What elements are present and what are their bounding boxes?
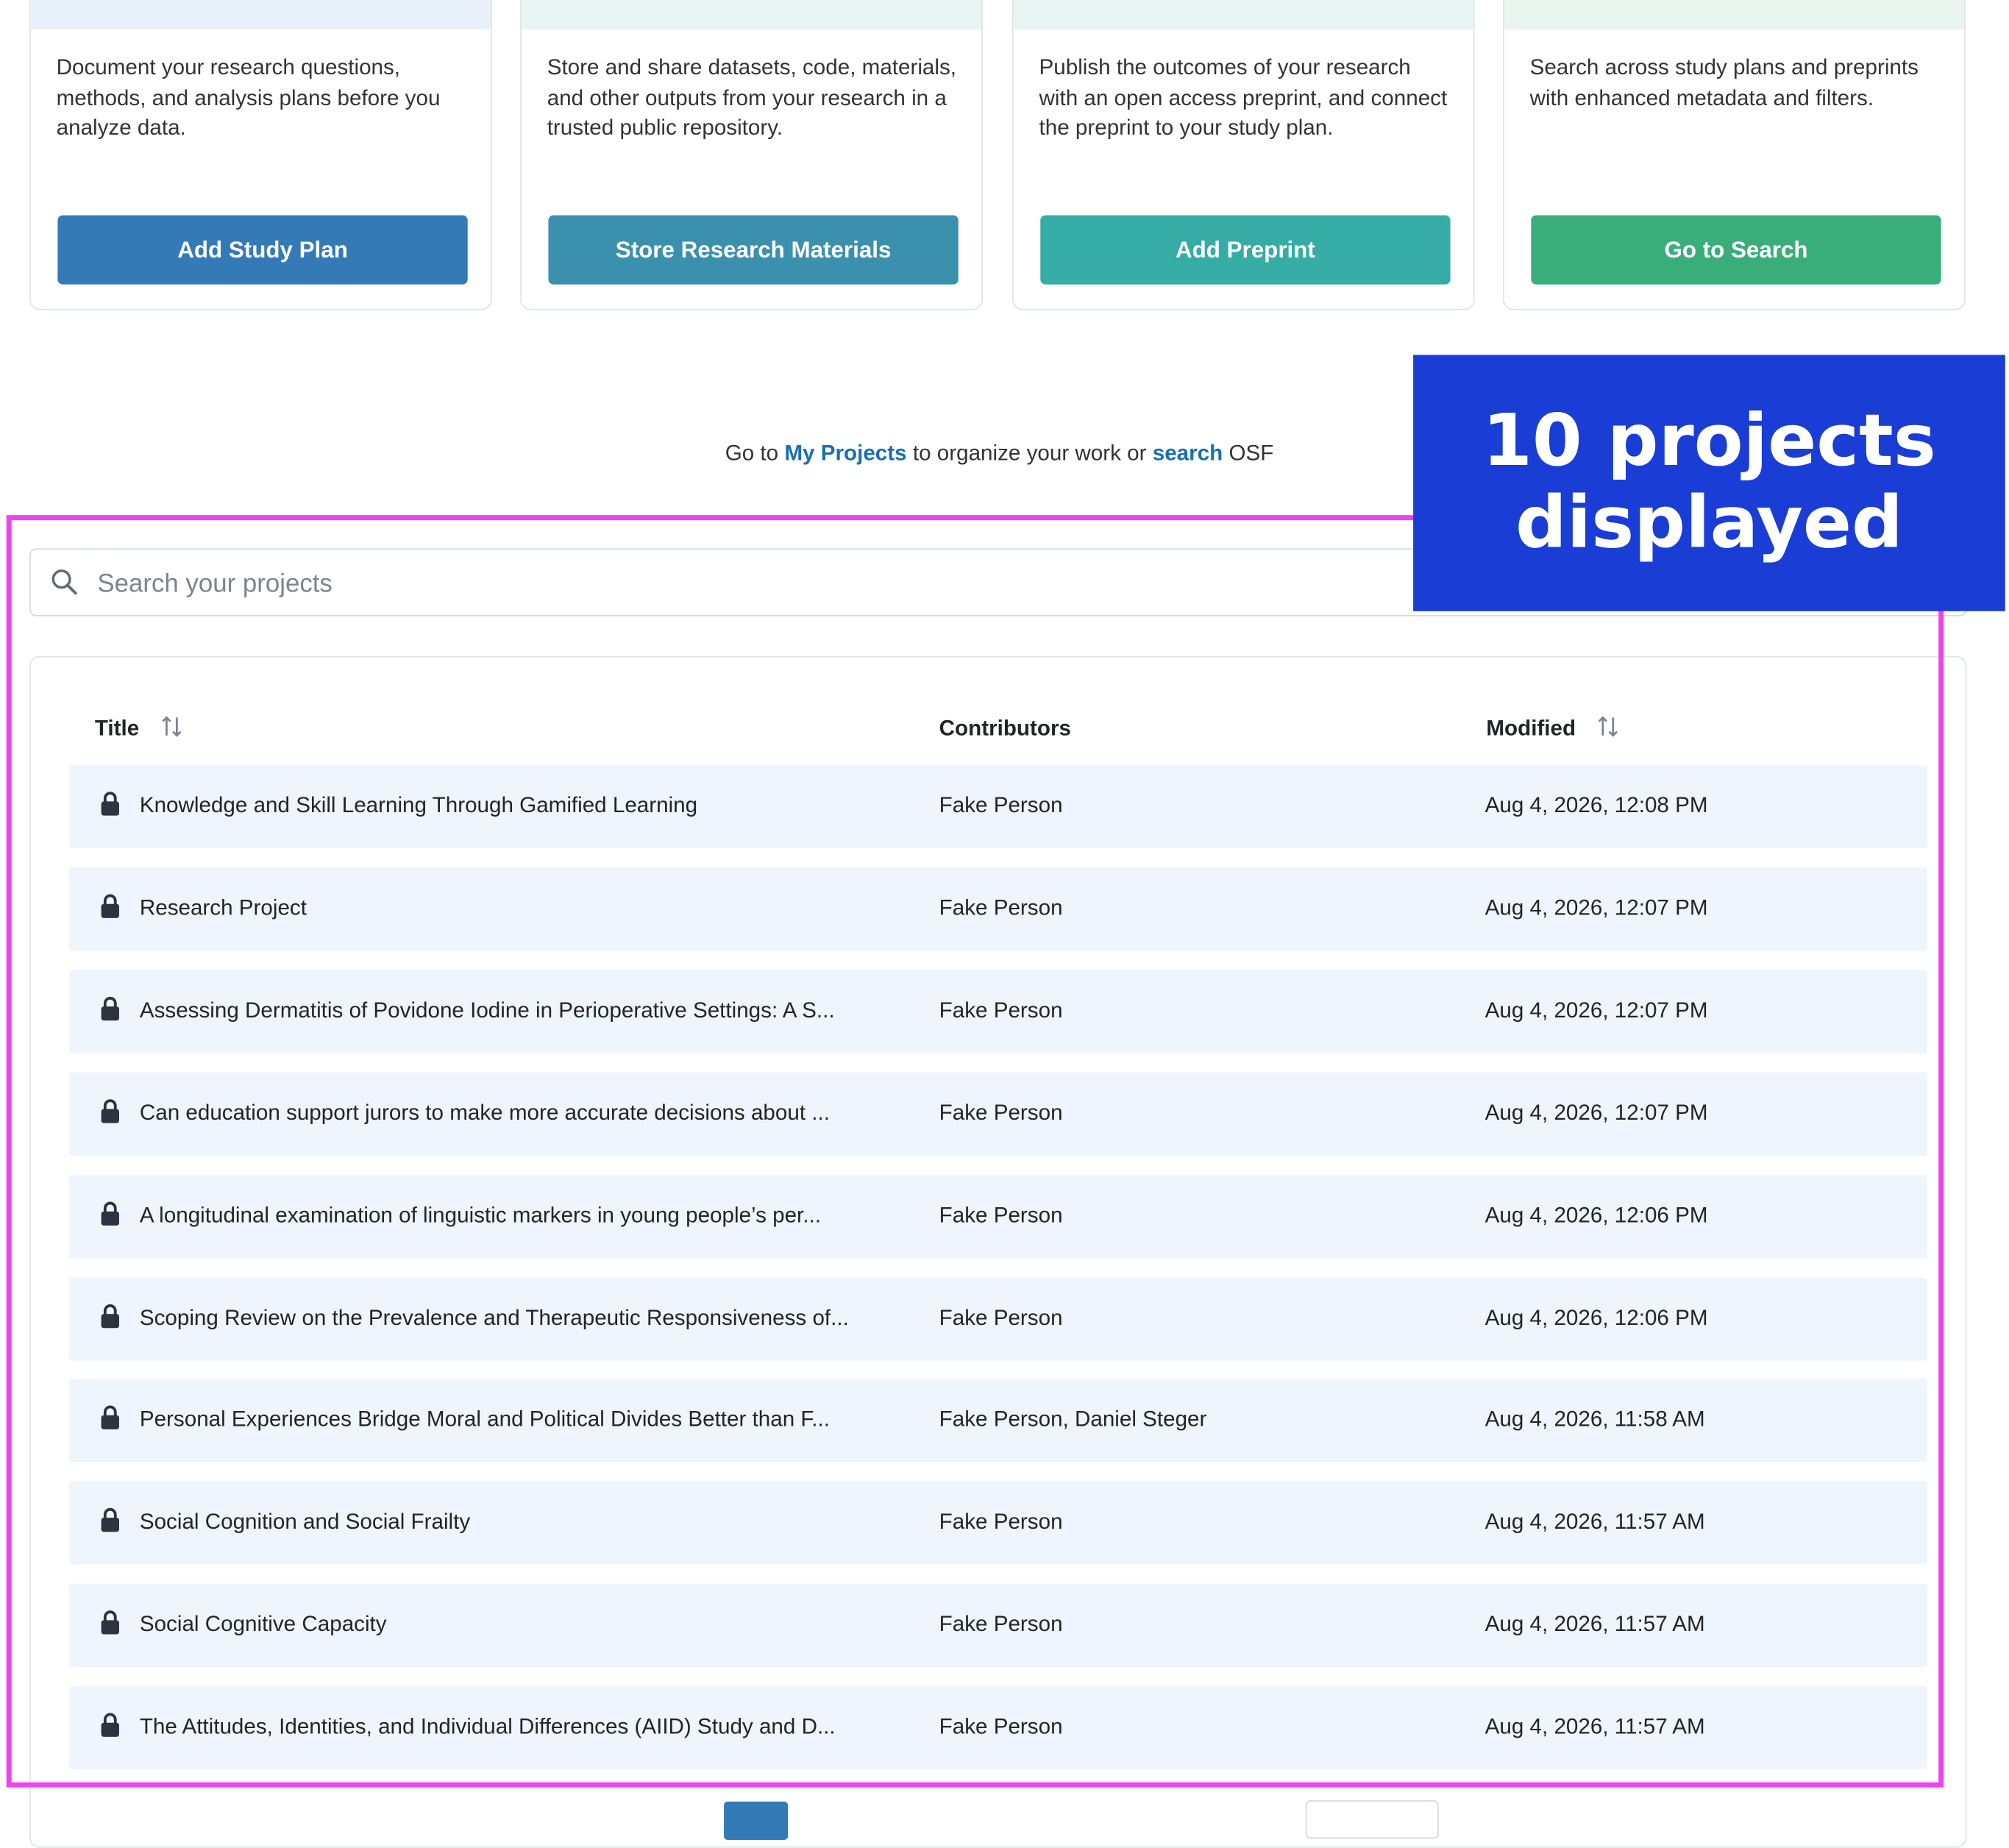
project-modified-date: Aug 4, 2026, 11:57 AM	[1484, 1714, 1705, 1739]
project-contributors: Fake Person	[939, 1612, 1063, 1637]
table-row[interactable]: The Attitudes, Identities, and Individua…	[69, 1686, 1927, 1770]
search-icon	[50, 568, 78, 603]
project-title-link[interactable]: The Attitudes, Identities, and Individua…	[140, 1715, 896, 1741]
goto-prefix: Go to	[725, 441, 779, 466]
project-contributors: Fake Person	[939, 1202, 1063, 1227]
lock-icon	[100, 893, 121, 925]
table-row[interactable]: Knowledge and Skill Learning Through Gam…	[69, 764, 1927, 849]
sort-icon[interactable]	[158, 713, 184, 745]
project-modified-date: Aug 4, 2026, 12:07 PM	[1484, 998, 1708, 1023]
annotation-line-2: displayed	[1515, 481, 1903, 566]
project-contributors: Fake Person	[939, 1510, 1063, 1535]
project-contributors: Fake Person, Daniel Steger	[939, 1407, 1207, 1432]
project-modified-date: Aug 4, 2026, 12:07 PM	[1484, 895, 1708, 920]
goto-middle: to organize your work or	[912, 441, 1147, 466]
modified-column-header[interactable]: Modified	[1486, 715, 1621, 743]
title-header-label: Title	[94, 716, 140, 741]
card-description: Store and share datasets, code, material…	[547, 54, 957, 140]
project-contributors: Fake Person	[939, 998, 1063, 1023]
project-title-link[interactable]: Can education support jurors to make mor…	[140, 1101, 896, 1126]
lock-icon	[100, 1098, 121, 1130]
project-title-link[interactable]: Knowledge and Skill Learning Through Gam…	[140, 793, 896, 819]
research-materials-card: Store and share datasets, code, material…	[520, 0, 983, 310]
lock-icon	[100, 1302, 121, 1335]
go-to-search-button[interactable]: Go to Search	[1531, 215, 1941, 285]
annotation-line-1: 10 projects	[1482, 399, 1936, 483]
project-title-link[interactable]: Research Project	[140, 895, 896, 921]
lock-icon	[100, 1405, 121, 1437]
search-card: Search across study plans and preprints …	[1503, 0, 1966, 310]
study-plan-card: Document your research questions, method…	[29, 0, 492, 310]
table-row[interactable]: Social Cognitive Capacity Fake Person Aug …	[69, 1584, 1927, 1668]
lock-icon	[100, 1610, 121, 1642]
project-contributors: Fake Person	[939, 1714, 1063, 1739]
project-title-link[interactable]: Social Cognition and Social Frailty	[140, 1510, 896, 1535]
contributors-header-label: Contributors	[939, 716, 1071, 741]
table-row[interactable]: Scoping Review on the Prevalence and The…	[69, 1276, 1927, 1360]
table-row[interactable]: Social Cognition and Social Frailty Fake …	[69, 1481, 1927, 1566]
card-description: Search across study plans and preprints …	[1529, 54, 1919, 110]
modified-header-label: Modified	[1486, 716, 1576, 741]
project-title-link[interactable]: Personal Experiences Bridge Moral and Po…	[140, 1407, 896, 1433]
project-contributors: Fake Person	[939, 895, 1063, 920]
sort-icon[interactable]	[1595, 713, 1621, 745]
card-header	[521, 0, 982, 30]
lock-icon	[100, 1712, 121, 1744]
card-header	[30, 0, 491, 30]
title-column-header[interactable]: Title	[95, 715, 184, 743]
page-size-select[interactable]	[1305, 1800, 1439, 1839]
table-row[interactable]: Can education support jurors to make mor…	[69, 1072, 1927, 1156]
contributors-column-header: Contributors	[939, 715, 1071, 743]
table-row[interactable]: Assessing Dermatitis of Povidone Iodine …	[69, 970, 1927, 1053]
project-modified-date: Aug 4, 2026, 11:57 AM	[1484, 1510, 1705, 1535]
lock-icon	[100, 791, 121, 823]
store-research-materials-button[interactable]: Store Research Materials	[548, 215, 959, 285]
search-projects-input[interactable]	[94, 560, 1382, 609]
card-description: Publish the outcomes of your research wi…	[1039, 54, 1448, 140]
card-header	[1504, 0, 1965, 30]
goto-suffix: OSF	[1228, 441, 1274, 466]
project-contributors: Fake Person	[939, 793, 1063, 818]
project-modified-date: Aug 4, 2026, 12:08 PM	[1484, 793, 1708, 818]
project-modified-date: Aug 4, 2026, 12:06 PM	[1484, 1202, 1708, 1227]
table-row[interactable]: A longitudinal examination of linguistic…	[69, 1174, 1927, 1258]
add-study-plan-button[interactable]: Add Study Plan	[57, 215, 468, 285]
project-title-link[interactable]: Social Cognitive Capacity	[140, 1612, 896, 1638]
search-osf-link[interactable]: search	[1153, 441, 1223, 465]
project-title-link[interactable]: Assessing Dermatitis of Povidone Iodine …	[140, 998, 896, 1023]
annotation-callout: 10 projects displayed	[1413, 355, 2005, 611]
lock-icon	[100, 1200, 121, 1232]
add-preprint-button[interactable]: Add Preprint	[1040, 215, 1451, 285]
card-description: Document your research questions, method…	[56, 54, 441, 140]
project-contributors: Fake Person	[939, 1100, 1063, 1125]
project-title-link[interactable]: Scoping Review on the Prevalence and The…	[140, 1305, 896, 1331]
project-modified-date: Aug 4, 2026, 11:58 AM	[1484, 1407, 1705, 1432]
project-contributors: Fake Person	[939, 1304, 1063, 1330]
project-modified-date: Aug 4, 2026, 12:06 PM	[1484, 1304, 1708, 1330]
project-modified-date: Aug 4, 2026, 12:07 PM	[1484, 1100, 1708, 1125]
page: Document your research questions, method…	[0, 0, 2009, 1848]
lock-icon	[100, 995, 121, 1028]
table-row[interactable]: Personal Experiences Bridge Moral and Po…	[69, 1379, 1927, 1463]
table-row[interactable]: Research Project Fake Person Aug 4, 2026, …	[69, 867, 1927, 951]
my-projects-link[interactable]: My Projects	[784, 441, 906, 465]
preprint-card: Publish the outcomes of your research wi…	[1011, 0, 1475, 310]
card-header	[1013, 0, 1473, 30]
lock-icon	[100, 1507, 121, 1540]
project-title-link[interactable]: A longitudinal examination of linguistic…	[140, 1203, 896, 1229]
project-modified-date: Aug 4, 2026, 11:57 AM	[1484, 1612, 1705, 1637]
